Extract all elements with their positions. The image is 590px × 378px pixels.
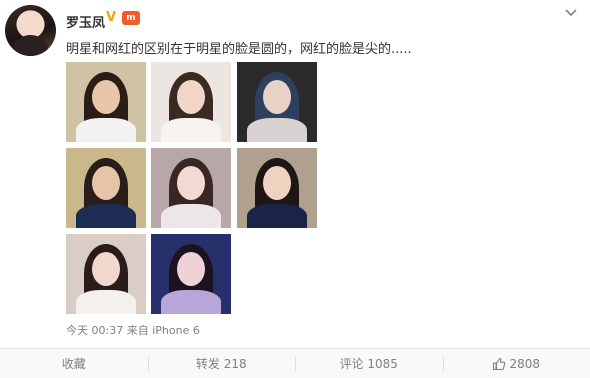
avatar[interactable]: [5, 5, 56, 56]
photo-2[interactable]: [151, 62, 231, 142]
post-text: 明星和网红的区别在于明星的脸是圆的，网红的脸是尖的.....: [66, 42, 412, 57]
post-meta: 今天 00:37 来自 iPhone 6: [66, 322, 200, 338]
photo-face: [263, 166, 291, 200]
weibo-post-card: 罗玉凤 V m 明星和网红的区别在于明星的脸是圆的，网红的脸是尖的..... 今…: [0, 0, 590, 378]
verified-icon[interactable]: V: [106, 11, 120, 25]
photo-1[interactable]: [66, 62, 146, 142]
thumbs-up-icon: [493, 357, 506, 370]
photo-3[interactable]: [237, 62, 317, 142]
photo-4[interactable]: [66, 148, 146, 228]
repost-label: 转发 218: [195, 357, 247, 371]
photo-8[interactable]: [151, 234, 231, 314]
like-button[interactable]: 2808: [442, 349, 590, 378]
member-badge-icon[interactable]: m: [122, 11, 140, 25]
photo-body: [76, 290, 136, 314]
favorite-label: 收藏: [61, 357, 86, 371]
photo-7[interactable]: [66, 234, 146, 314]
photo-body: [161, 118, 221, 142]
action-bar: 收藏 转发 218 评论 1085 2808: [0, 348, 590, 378]
photo-face: [177, 80, 205, 114]
chevron-down-icon[interactable]: [562, 6, 580, 20]
photo-face: [92, 252, 120, 286]
repost-button[interactable]: 转发 218: [147, 349, 296, 378]
comment-label: 评论 1085: [339, 357, 398, 371]
source-link[interactable]: iPhone 6: [152, 324, 200, 337]
photo-body: [161, 290, 221, 314]
photo-face: [92, 80, 120, 114]
favorite-button[interactable]: 收藏: [0, 349, 148, 378]
username-link[interactable]: 罗玉凤: [66, 12, 105, 31]
photo-body: [247, 204, 307, 228]
photo-body: [161, 204, 221, 228]
source-prefix: 来自: [126, 324, 149, 337]
photo-5[interactable]: [151, 148, 231, 228]
photo-face: [177, 166, 205, 200]
photo-body: [76, 118, 136, 142]
photo-body: [76, 204, 136, 228]
photo-body: [247, 118, 307, 142]
post-time[interactable]: 今天 00:37: [66, 324, 123, 337]
photo-face: [177, 252, 205, 286]
photo-6[interactable]: [237, 148, 317, 228]
photo-face: [92, 166, 120, 200]
photo-face: [263, 80, 291, 114]
comment-button[interactable]: 评论 1085: [295, 349, 443, 378]
like-count: 2808: [509, 356, 541, 371]
